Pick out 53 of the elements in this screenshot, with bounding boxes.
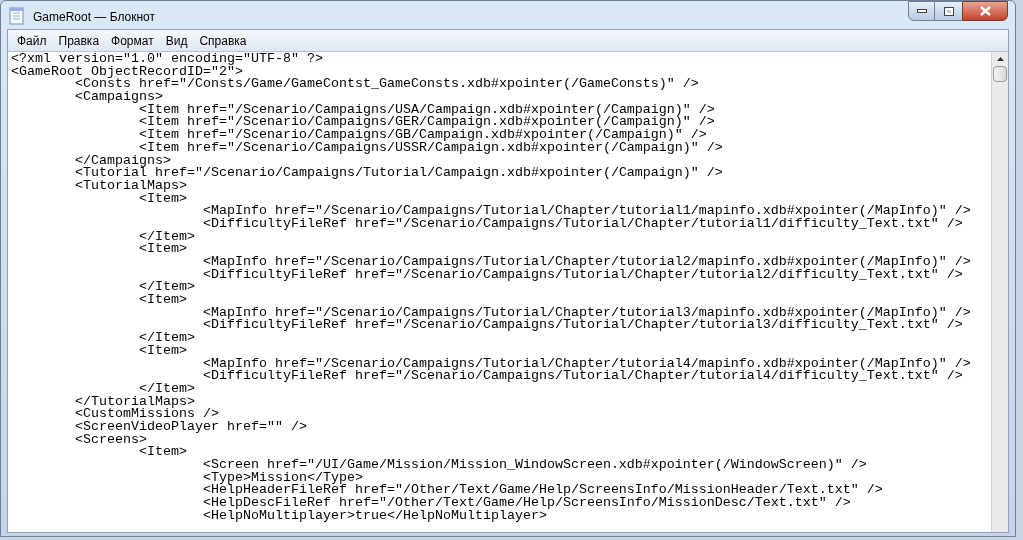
maximize-icon (943, 6, 954, 16)
code-line: <Item> (138, 243, 187, 256)
code-line: <Item href="/Scenario/Campaigns/USSR/Campaign.xdb#xpointer(/Campaign)" /> (138, 141, 723, 155)
close-icon (979, 6, 991, 16)
code-line: <DifficultyFileRef href="/Scenario/Campaigns/Tutorial/Chapter/tutorial1/difficulty_Text.txt" /> (201, 217, 963, 231)
code-line: </Item> (138, 382, 195, 396)
code-line: <Campaigns> (74, 91, 163, 104)
code-line: <MapInfo href="/Scenario/Campaigns/Tutorial/Chapter/tutorial2/mapinfo.xdb#xpointer(/MapInfo)" /> (201, 256, 971, 269)
code-line: <Item href="/Scenario/Campaigns/GER/Campaign.xdb#xpointer(/Campaign)" /> (138, 116, 715, 130)
code-line: </TutorialMaps> (74, 395, 195, 409)
minimize-button[interactable] (908, 1, 935, 21)
menu-item[interactable]: Вид (160, 31, 193, 50)
maximize-button[interactable] (935, 1, 962, 21)
scrollbar[interactable] (991, 52, 1008, 532)
code-line: <Consts href="/Consts/Game/GameContst_GameConsts.xdb#xpointer(/GameConsts)" /> (74, 78, 699, 92)
code-line: <Type>Mission</Type> (201, 471, 363, 485)
code-line: <Item> (138, 344, 187, 358)
menu-item[interactable]: Правка (53, 31, 105, 50)
code-line: <?xml version="1.0" encoding="UTF-8" ?> (11, 53, 323, 66)
code-line: <DifficultyFileRef href="/Scenario/Campaigns/Tutorial/Chapter/tutorial3/difficulty_Text.txt" /> (201, 319, 963, 333)
code-line: <GameRoot ObjectRecordID="2"> (11, 65, 243, 79)
code-line: <Screens> (74, 433, 147, 447)
menu-item[interactable]: Формат (106, 31, 159, 50)
code-line: <HelpDescFileRef href="/Other/Text/Game/Help/ScreensInfo/MissionDesc/Text.txt" /> (201, 497, 851, 510)
menu-item[interactable]: Файл (12, 31, 52, 50)
code-line: </Item> (138, 281, 195, 295)
code-line: <Item href="/Scenario/Campaigns/USA/Campaign.xdb#xpointer(/Campaign)" /> (139, 103, 715, 117)
code-line: <Item> (138, 446, 187, 459)
code-line: <Tutorial href="/Scenario/Campaigns/Tutorial/Campaign.xdb#xpointer(/Campaign)" /> (74, 167, 723, 180)
code-line: </Item> (138, 230, 195, 244)
code-line: <Screen href="/UI/Game/Mission/Mission_WindowScreen.xdb#xpointer(/WindowScreen)" /> (201, 459, 867, 472)
window-title: GameRoot — Блокнот (33, 9, 156, 26)
code-line: <MapInfo href="/Scenario/Campaigns/Tutorial/Chapter/tutorial1/mapinfo.xdb#xpointer(/MapInfo)" /> (201, 205, 971, 218)
code-line: <Item href="/Scenario/Campaigns/GB/Campaign.xdb#xpointer(/Campaign)" /> (138, 129, 707, 142)
code-line: <HelpNoMultiplayer>true</HelpNoMultiplayer> (201, 509, 547, 523)
code-line: <TutorialMaps> (74, 179, 187, 193)
code-line: <Item> (139, 192, 187, 206)
code-line: <DifficultyFileRef href="/Scenario/Campaigns/Tutorial/Chapter/tutorial2/difficulty_Text.txt" /> (201, 268, 963, 282)
code-line: </Item> (138, 332, 195, 345)
scrollbar-thumb[interactable] (993, 66, 1007, 82)
code-line: </Campaigns> (74, 154, 171, 168)
code-line: <MapInfo href="/Scenario/Campaigns/Tutorial/Chapter/tutorial4/mapinfo.xdb#xpointer(/MapInfo)" /> (201, 357, 971, 371)
scroll-up-icon[interactable] (996, 57, 1004, 61)
notepad-icon (9, 7, 25, 25)
minimize-icon (916, 9, 927, 13)
close-button[interactable] (962, 1, 1008, 21)
code-line: <CustomMissions /> (74, 408, 219, 421)
code-line: <Item> (138, 294, 187, 307)
code-line: <DifficultyFileRef href="/Scenario/Campaigns/Tutorial/Chapter/tutorial4/difficulty_Text.txt" /> (201, 370, 963, 383)
menu-item[interactable]: Справка (194, 31, 252, 50)
code-line: <MapInfo href="/Scenario/Campaigns/Tutorial/Chapter/tutorial3/mapinfo.xdb#xpointer(/MapInfo)" /> (201, 306, 971, 320)
code-line: <ScreenVideoPlayer href="" /> (74, 420, 307, 434)
code-line: <HelpHeaderFileRef href="/Other/Text/Game/Help/ScreensInfo/MissionHeader/Text.txt" /> (201, 484, 883, 498)
